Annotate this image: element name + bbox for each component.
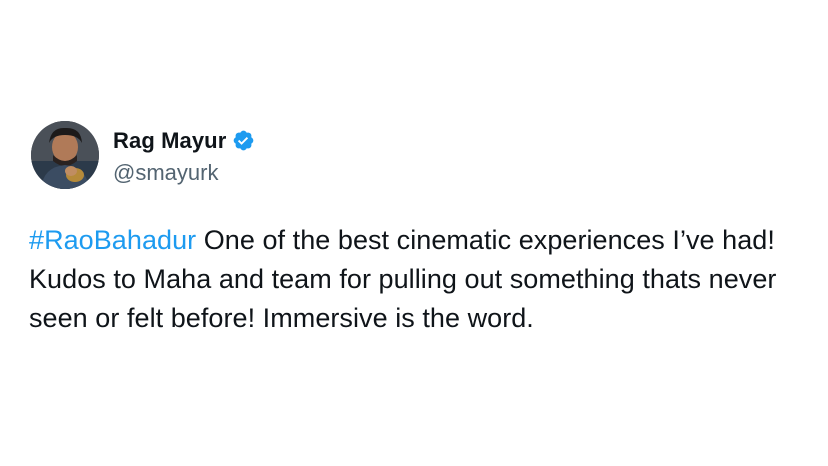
user-handle[interactable]: @smayurk — [113, 160, 255, 186]
tweet-card: Rag Mayur @smayurk #RaoBahadur One of th… — [0, 0, 828, 466]
tweet-header: Rag Mayur @smayurk — [31, 121, 255, 189]
display-name[interactable]: Rag Mayur — [113, 128, 226, 154]
user-identity: Rag Mayur @smayurk — [113, 125, 255, 186]
tweet-text: #RaoBahadur One of the best cinematic ex… — [29, 221, 809, 338]
hashtag-link[interactable]: #RaoBahadur — [29, 225, 196, 255]
name-row: Rag Mayur — [113, 125, 255, 157]
verified-badge-icon — [232, 129, 255, 152]
avatar-image — [31, 121, 99, 189]
avatar[interactable] — [31, 121, 99, 189]
